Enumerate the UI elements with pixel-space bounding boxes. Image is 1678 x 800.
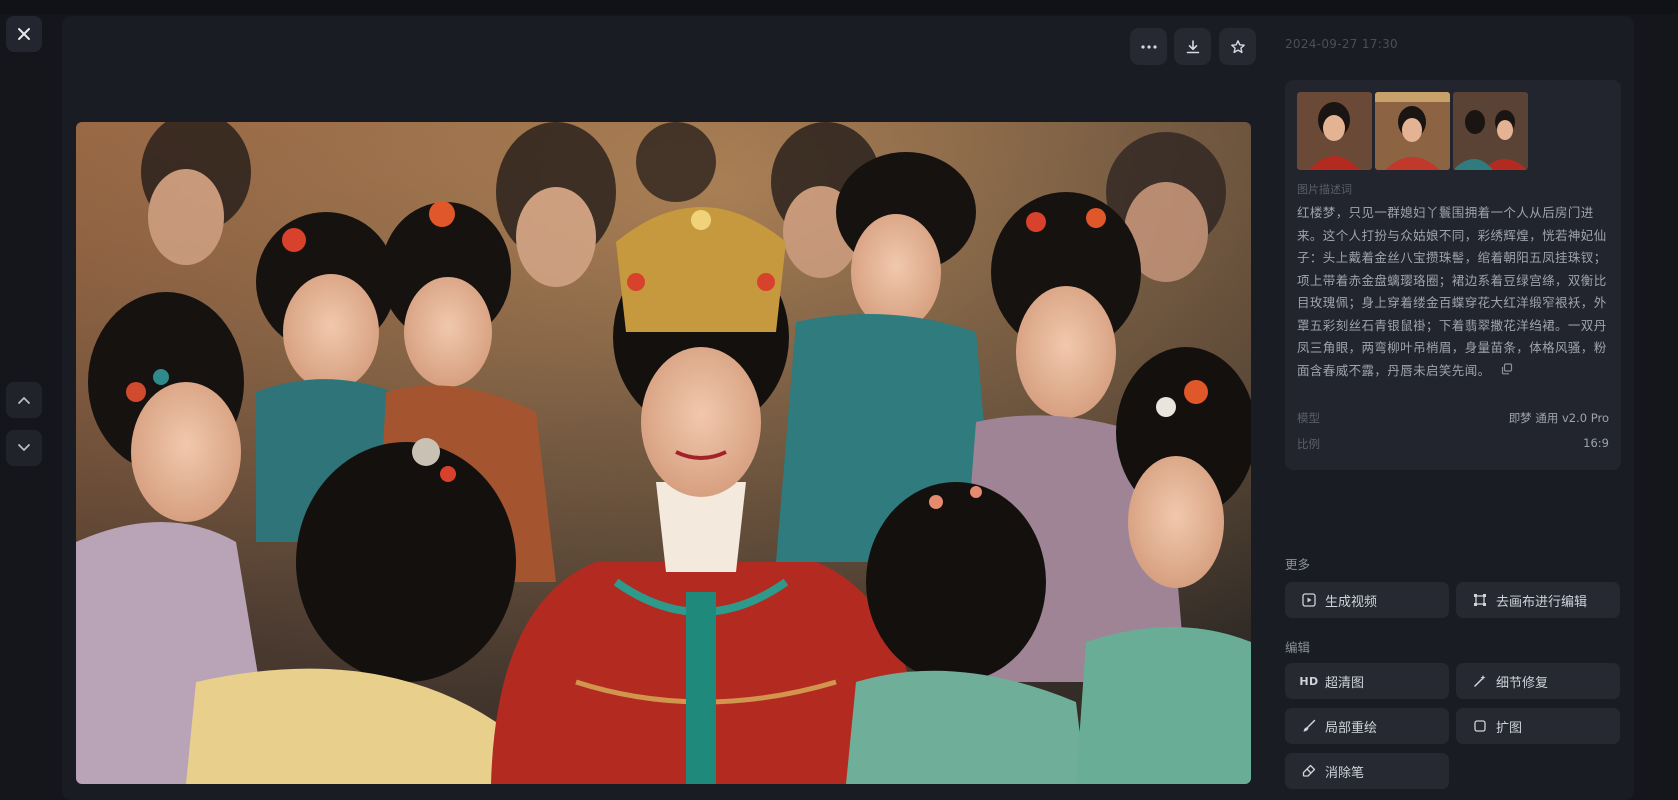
upscale-label: 超清图 <box>1325 675 1365 691</box>
image-info-card: 图片描述词 红楼梦，只见一群媳妇丫鬟围拥着一个人从后房门进来。这个人打扮与众姑娘… <box>1285 80 1621 470</box>
brush-icon <box>1301 718 1317 734</box>
next-image-button[interactable] <box>6 430 42 466</box>
creation-timestamp: 2024-09-27 17:30 <box>1285 37 1398 51</box>
canvas-icon <box>1472 592 1488 608</box>
chevron-down-icon <box>18 444 30 451</box>
detail-fix-label: 细节修复 <box>1496 675 1549 691</box>
ratio-label: 比例 <box>1297 437 1320 451</box>
generate-video-label: 生成视频 <box>1325 594 1378 610</box>
thumbnail-3[interactable] <box>1453 92 1528 170</box>
canvas-edit-label: 去画布进行编辑 <box>1496 594 1588 610</box>
more-icon <box>1140 44 1157 49</box>
description-text: 红楼梦，只见一群媳妇丫鬟围拥着一个人从后房门进来。这个人打扮与众姑娘不同，彩绣辉… <box>1297 202 1612 382</box>
eraser-icon <box>1301 763 1317 779</box>
magic-wand-icon <box>1472 673 1488 689</box>
edit-section-label: 编辑 <box>1285 640 1311 655</box>
thumbnail-1[interactable] <box>1297 92 1372 170</box>
video-icon <box>1301 592 1317 608</box>
more-section-label: 更多 <box>1285 557 1311 572</box>
chevron-up-icon <box>18 397 30 404</box>
hd-icon: HD <box>1299 674 1319 688</box>
download-icon <box>1186 39 1199 53</box>
previous-image-button[interactable] <box>6 382 42 418</box>
ratio-row: 比例 16:9 <box>1297 436 1609 452</box>
more-options-button[interactable] <box>1130 28 1167 65</box>
close-icon <box>18 28 30 40</box>
model-label: 模型 <box>1297 411 1320 425</box>
detail-fix-button[interactable]: 细节修复 <box>1456 663 1620 699</box>
download-button[interactable] <box>1174 28 1211 65</box>
upscale-button[interactable]: HD 超清图 <box>1285 663 1449 699</box>
thumbnail-2[interactable] <box>1375 92 1450 170</box>
inpaint-button[interactable]: 局部重绘 <box>1285 708 1449 744</box>
reference-thumbnails <box>1297 92 1528 170</box>
outpaint-button[interactable]: 扩图 <box>1456 708 1620 744</box>
eraser-button[interactable]: 消除笔 <box>1285 753 1449 789</box>
expand-icon <box>1472 718 1488 734</box>
copy-icon[interactable] <box>1501 360 1513 383</box>
inpaint-label: 局部重绘 <box>1325 720 1378 736</box>
ratio-value: 16:9 <box>1583 436 1609 450</box>
generate-video-button[interactable]: 生成视频 <box>1285 582 1449 618</box>
eraser-label: 消除笔 <box>1325 765 1365 781</box>
outpaint-label: 扩图 <box>1496 720 1523 736</box>
model-row: 模型 即梦 通用 v2.0 Pro <box>1297 410 1609 426</box>
description-label: 图片描述词 <box>1297 183 1352 196</box>
close-button[interactable] <box>6 16 42 52</box>
star-icon <box>1230 39 1245 53</box>
model-value: 即梦 通用 v2.0 Pro <box>1508 411 1609 425</box>
generated-image[interactable] <box>76 122 1251 784</box>
description-body: 红楼梦，只见一群媳妇丫鬟围拥着一个人从后房门进来。这个人打扮与众姑娘不同，彩绣辉… <box>1297 205 1607 378</box>
canvas-edit-button[interactable]: 去画布进行编辑 <box>1456 582 1620 618</box>
favorite-button[interactable] <box>1219 28 1256 65</box>
top-bar <box>0 0 1678 14</box>
